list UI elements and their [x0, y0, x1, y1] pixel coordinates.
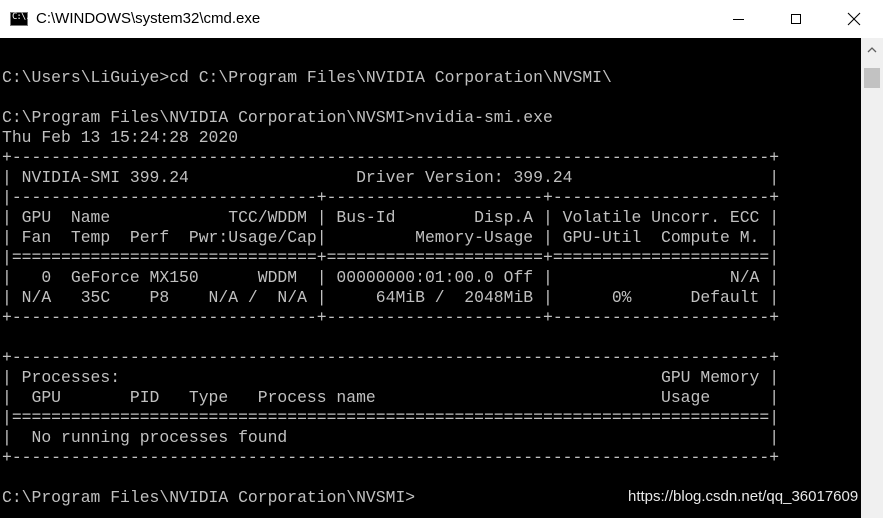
minimize-button[interactable] — [709, 0, 767, 38]
console-line: C:\Users\LiGuiye>cd C:\Program Files\NVI… — [2, 68, 612, 87]
console-line: | Processes: GPU Memory | — [2, 368, 780, 387]
console-line: | N/A 35C P8 N/A / N/A | 64MiB / 2048MiB… — [2, 288, 780, 307]
console-line: +-------------------------------+-------… — [2, 308, 780, 327]
console-line: |===============================+=======… — [2, 248, 780, 267]
scroll-up-button[interactable] — [861, 38, 883, 62]
cmd-icon-glyph: C:\. — [12, 12, 31, 22]
cmd-app-icon[interactable]: C:\. — [10, 12, 31, 26]
console-line: |-------------------------------+-------… — [2, 188, 780, 207]
console-line: | NVIDIA-SMI 399.24 Driver Version: 399.… — [2, 168, 780, 187]
console-line: +---------------------------------------… — [2, 448, 780, 467]
watermark-text: https://blog.csdn.net/qq_36017609 — [628, 488, 859, 505]
maximize-icon — [791, 14, 801, 24]
vertical-scrollbar[interactable] — [861, 38, 883, 518]
console-line: Thu Feb 13 15:24:28 2020 — [2, 128, 239, 147]
console-line: C:\Program Files\NVIDIA Corporation\NVSM… — [2, 108, 553, 127]
maximize-button[interactable] — [767, 0, 825, 38]
console-line: | GPU PID Type Process name Usage | — [2, 388, 780, 407]
console-line: |=======================================… — [2, 408, 780, 427]
close-icon — [847, 12, 861, 26]
minimize-icon — [732, 18, 744, 20]
console-line: +---------------------------------------… — [2, 148, 780, 167]
close-button[interactable] — [825, 0, 883, 38]
window-title: C:\WINDOWS\system32\cmd.exe — [36, 10, 261, 27]
cmd-window: C:\. C:\WINDOWS\system32\cmd.exe C:\User… — [0, 0, 883, 518]
scroll-thumb[interactable] — [864, 68, 880, 88]
console-output[interactable]: C:\Users\LiGuiye>cd C:\Program Files\NVI… — [2, 48, 860, 518]
console-line: +---------------------------------------… — [2, 348, 780, 367]
console-line: | GPU Name TCC/WDDM | Bus-Id Disp.A | Vo… — [2, 208, 780, 227]
title-bar[interactable]: C:\. C:\WINDOWS\system32\cmd.exe — [0, 0, 883, 38]
console-line: | No running processes found | — [2, 428, 780, 447]
scroll-up-arrow-icon — [867, 47, 877, 53]
console-line: | 0 GeForce MX150 WDDM | 00000000:01:00.… — [2, 268, 780, 287]
console-line: | Fan Temp Perf Pwr:Usage/Cap| Memory-Us… — [2, 228, 780, 247]
